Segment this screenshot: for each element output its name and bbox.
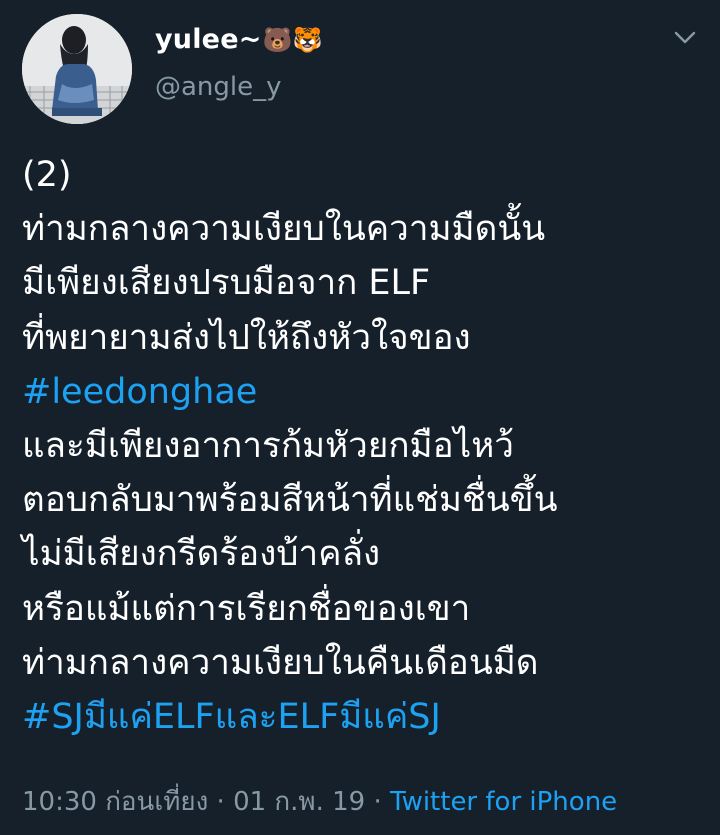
avatar-photo — [22, 14, 132, 124]
user-handle[interactable]: @angle_y — [155, 72, 282, 102]
avatar[interactable] — [22, 14, 132, 124]
tweet-line: และมีเพียงอาการก้มหัวยกมือไหว้ — [22, 426, 514, 467]
tweet-line: มีเพียงเสียงปรบมือจาก ELF — [22, 263, 431, 304]
tweet-line: หรือแม้แต่การเรียกชื่อของเขา — [22, 588, 471, 629]
hashtag-link[interactable]: #leedonghae — [22, 365, 712, 419]
tweet-line: (2) — [22, 155, 72, 195]
name-emoji: 🐻🐯 — [262, 26, 323, 54]
tweet-line: ไม่มีเสียงกรีดร้องบ้าคลั่ง — [22, 534, 381, 575]
tweet-time[interactable]: 10:30 ก่อนเที่ยง — [22, 787, 208, 817]
tweet-line: ท่ามกลางความเงียบในความมืดนั้น — [22, 209, 546, 250]
tweet-line: ที่พยายามส่งไปให้ถึงหัวใจของ — [22, 317, 471, 358]
tweet-card: yulee~🐻🐯 @angle_y (2) ท่ามกลางความเงียบใ… — [0, 0, 720, 835]
chevron-down-icon[interactable] — [674, 30, 696, 46]
tweet-metadata: 10:30 ก่อนเที่ยง · 01 ก.พ. 19 · Twitter … — [22, 781, 617, 822]
hashtag-link[interactable]: #SJมีแค่ELFและELFมีแค่SJ — [22, 690, 712, 744]
meta-separator: · — [365, 787, 390, 817]
tweet-line: ท่ามกลางความเงียบในคืนเดือนมืด — [22, 642, 539, 683]
display-name[interactable]: yulee~🐻🐯 — [155, 24, 323, 55]
tweet-date[interactable]: 01 ก.พ. 19 — [233, 787, 365, 817]
tweet-source-link[interactable]: Twitter for iPhone — [390, 787, 617, 817]
meta-separator: · — [208, 787, 234, 817]
display-name-text: yulee~ — [155, 24, 262, 55]
tweet-text: (2) ท่ามกลางความเงียบในความมืดนั้น มีเพี… — [22, 148, 712, 744]
tweet-line: ตอบกลับมาพร้อมสีหน้าที่แช่มชื่นขึ้น — [22, 480, 558, 521]
